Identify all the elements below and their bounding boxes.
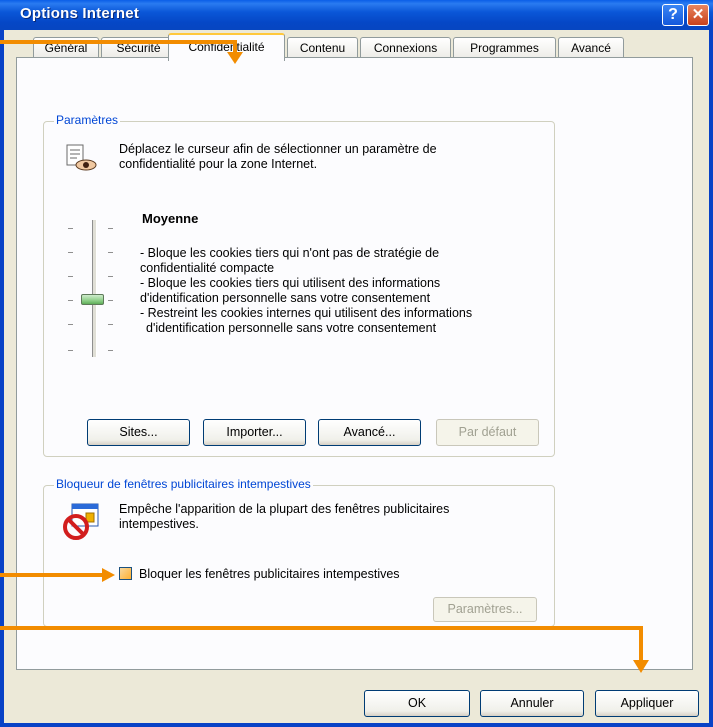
annotation-arrowhead: [227, 52, 243, 64]
level-description-line: - Bloque les cookies tiers qui n'ont pas…: [140, 246, 440, 260]
annotation-arrow-apply: [0, 626, 643, 630]
tab-content[interactable]: Contenu: [287, 37, 358, 59]
import-button[interactable]: Importer...: [203, 419, 306, 446]
settings-group-title: Paramètres: [54, 113, 121, 127]
slider-tick: [68, 324, 73, 325]
annotation-arrowhead: [633, 660, 649, 673]
slider-tick: [108, 324, 113, 325]
title-bar[interactable]: Options Internet ? ✕: [0, 0, 713, 30]
slider-tick: [108, 228, 113, 229]
privacy-level-title: Moyenne: [142, 211, 199, 226]
slider-tick: [108, 252, 113, 253]
popup-description-line1: Empêche l'apparition de la plupart des f…: [119, 502, 450, 516]
apply-button[interactable]: Appliquer: [595, 690, 699, 717]
slider-thumb[interactable]: [81, 294, 104, 305]
annotation-arrowhead: [102, 568, 115, 582]
default-button[interactable]: Par défaut: [436, 419, 539, 446]
popup-settings-button[interactable]: Paramètres...: [433, 597, 537, 622]
tab-programs[interactable]: Programmes: [453, 37, 556, 59]
privacy-icon: [66, 144, 97, 171]
ok-button[interactable]: OK: [364, 690, 470, 717]
window-title: Options Internet: [20, 5, 140, 22]
slider-track[interactable]: [92, 220, 97, 357]
popup-description-line2: intempestives.: [119, 517, 199, 531]
close-button[interactable]: ✕: [687, 4, 709, 26]
advanced-button[interactable]: Avancé...: [318, 419, 421, 446]
settings-description-line1: Déplacez le curseur afin de sélectionner…: [119, 142, 437, 156]
sites-button[interactable]: Sites...: [87, 419, 190, 446]
block-popups-label[interactable]: Bloquer les fenêtres publicitaires intem…: [139, 567, 400, 582]
slider-tick: [108, 350, 113, 351]
annotation-arrow-tab: [0, 40, 236, 44]
level-description-line: - Bloque les cookies tiers qui utilisent…: [140, 276, 441, 290]
slider-tick: [108, 276, 113, 277]
slider-tick: [68, 252, 73, 253]
settings-description-line2: confidentialité pour la zone Internet.: [119, 157, 318, 171]
slider-tick: [68, 276, 73, 277]
slider-tick: [68, 350, 73, 351]
level-description-line: - Restreint les cookies internes qui uti…: [140, 306, 473, 320]
annotation-arrow-checkbox: [0, 573, 104, 577]
slider-tick: [108, 300, 113, 301]
annotation-arrow-apply: [639, 626, 643, 662]
level-description-line: d'identification personnelle sans votre …: [146, 321, 437, 335]
tab-advanced[interactable]: Avancé: [558, 37, 624, 59]
level-description-line: d'identification personnelle sans votre …: [140, 291, 431, 305]
popup-blocker-icon: [63, 503, 99, 540]
popup-group-title: Bloqueur de fenêtres publicitaires intem…: [54, 477, 313, 491]
tab-connections[interactable]: Connexions: [360, 37, 451, 59]
slider-tick: [68, 228, 73, 229]
cancel-button[interactable]: Annuler: [480, 690, 584, 717]
help-button[interactable]: ?: [662, 4, 684, 26]
block-popups-checkbox[interactable]: [119, 567, 132, 580]
level-description-line: confidentialité compacte: [140, 261, 275, 275]
slider-tick: [68, 300, 73, 301]
